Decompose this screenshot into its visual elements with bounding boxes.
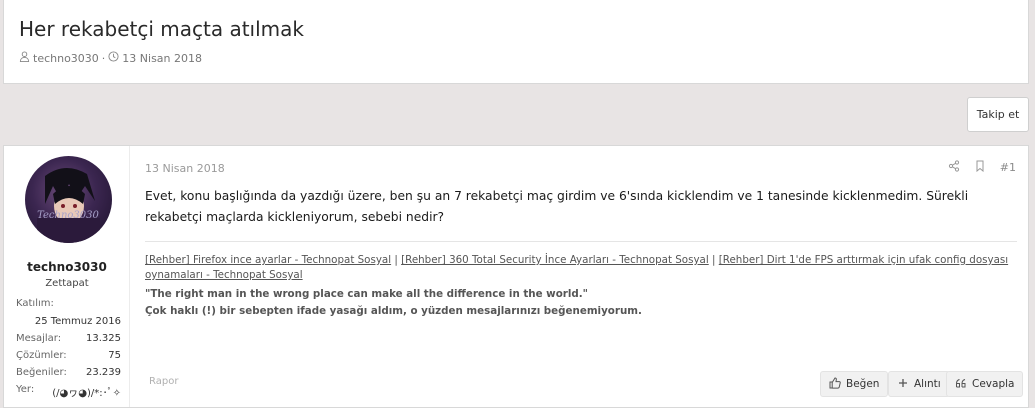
share-icon[interactable] bbox=[948, 160, 960, 175]
signature-link-360[interactable]: [Rehber] 360 Total Security İnce Ayarlar… bbox=[401, 254, 709, 266]
meta-separator: · bbox=[101, 51, 106, 65]
messages-label: Mesajlar: bbox=[16, 333, 62, 344]
post-body: Evet, konu başlığında da yazdığı üzere, … bbox=[145, 189, 969, 224]
avatar[interactable]: Techno3030 bbox=[25, 156, 112, 243]
thread-title: Her rekabetçi maçta atılmak bbox=[19, 17, 304, 41]
clock-icon bbox=[108, 51, 119, 65]
thread-meta: techno3030 · 13 Nisan 2018 bbox=[19, 51, 202, 65]
bookmark-icon[interactable] bbox=[974, 160, 986, 175]
avatar-text: Techno3030 bbox=[37, 210, 99, 221]
user-title: Zettapat bbox=[45, 278, 89, 289]
signature-link-firefox[interactable]: [Rehber] Firefox ince ayarlar - Technopa… bbox=[145, 254, 391, 266]
likes-value: 23.239 bbox=[86, 367, 121, 378]
thumbs-up-icon bbox=[829, 376, 841, 392]
reply-label: Cevapla bbox=[972, 378, 1015, 390]
user-cell: Techno3030 techno3030 Zettapat Katılım: … bbox=[4, 146, 130, 407]
user-icon bbox=[19, 51, 30, 65]
joined-value: 25 Temmuz 2016 bbox=[34, 316, 121, 327]
signature-separator: | bbox=[391, 254, 402, 266]
like-label: Beğen bbox=[846, 378, 880, 390]
signature-quote: "The right man in the wrong place can ma… bbox=[145, 288, 589, 300]
solutions-label: Çözümler: bbox=[16, 350, 67, 361]
messages-value: 13.325 bbox=[86, 333, 121, 344]
thread-header: Her rekabetçi maçta atılmak techno3030 ·… bbox=[3, 0, 1029, 84]
joined-label: Katılım: bbox=[16, 298, 54, 309]
solutions-value: 75 bbox=[108, 350, 121, 361]
thread-date[interactable]: 13 Nisan 2018 bbox=[122, 52, 202, 65]
quote-label: Alıntı bbox=[914, 378, 941, 390]
post: Techno3030 techno3030 Zettapat Katılım: … bbox=[3, 145, 1029, 408]
reply-button[interactable]: Cevapla bbox=[946, 371, 1024, 397]
location-value: (/◕ヮ◕)/*:･ﾟ✧ bbox=[52, 388, 121, 399]
reply-quote-icon bbox=[955, 377, 967, 392]
likes-label: Beğeniler: bbox=[16, 367, 67, 378]
follow-button[interactable]: Takip et bbox=[967, 97, 1029, 132]
signature-note: Çok haklı (!) bir sebepten ifade yasağı … bbox=[145, 305, 642, 317]
plus-icon bbox=[897, 377, 909, 392]
location-label: Yer: bbox=[16, 384, 35, 395]
report-link[interactable]: Rapor bbox=[149, 376, 178, 387]
post-number[interactable]: #1 bbox=[1000, 161, 1016, 174]
username[interactable]: techno3030 bbox=[4, 260, 130, 274]
signature-links: [Rehber] Firefox ince ayarlar - Technopa… bbox=[145, 253, 1015, 283]
post-date[interactable]: 13 Nisan 2018 bbox=[145, 162, 225, 175]
quote-button[interactable]: Alıntı bbox=[888, 371, 950, 397]
signature-divider bbox=[145, 241, 1017, 242]
post-actions-top: #1 bbox=[948, 160, 1016, 175]
thread-author[interactable]: techno3030 bbox=[33, 52, 99, 65]
signature-separator: | bbox=[708, 254, 719, 266]
like-button[interactable]: Beğen bbox=[820, 371, 889, 397]
